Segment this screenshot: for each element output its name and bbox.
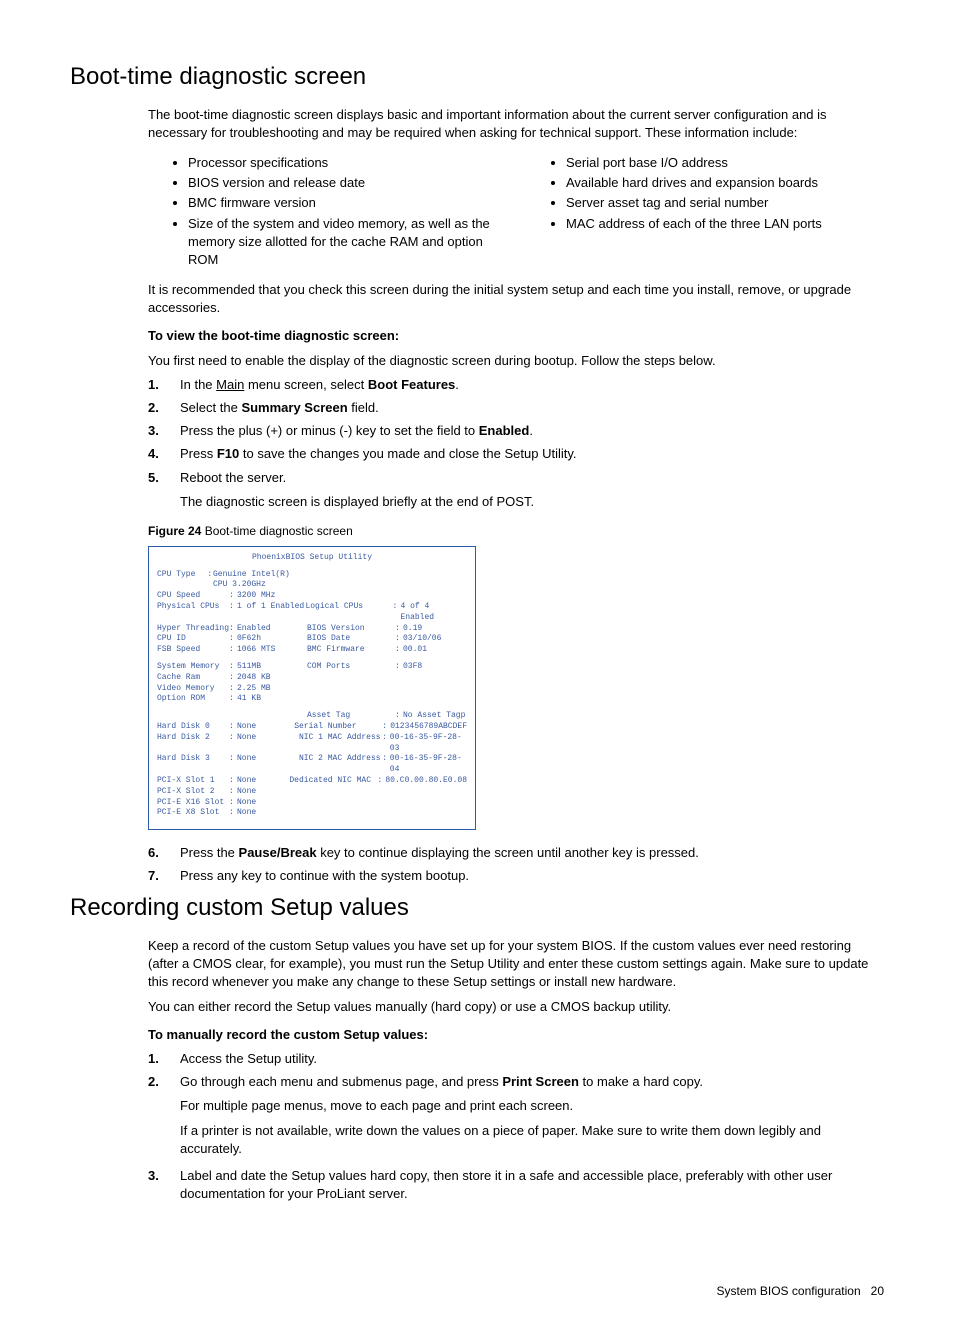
step-number: 3. (148, 422, 180, 440)
bullet: BIOS version and release date (188, 174, 506, 192)
step-text: Select the Summary Screen field. (180, 399, 884, 417)
section-heading: Boot-time diagnostic screen (70, 60, 884, 94)
step-number: 5. (148, 469, 180, 515)
paragraph: It is recommended that you check this sc… (148, 281, 884, 317)
subheading: To view the boot-time diagnostic screen: (148, 327, 884, 345)
figure-caption: Figure 24 Boot-time diagnostic screen (148, 523, 884, 540)
bullets-right: Serial port base I/O address Available h… (526, 154, 884, 233)
bios-title: PhoenixBIOS Setup Utility (157, 553, 467, 564)
step-text: Press any key to continue with the syste… (180, 867, 884, 885)
step-number: 1. (148, 376, 180, 394)
intro-paragraph: The boot-time diagnostic screen displays… (148, 106, 884, 142)
bullet: Processor specifications (188, 154, 506, 172)
bullet: Server asset tag and serial number (566, 194, 884, 212)
step-text: Press F10 to save the changes you made a… (180, 445, 884, 463)
step-text: Press the Pause/Break key to continue di… (180, 844, 884, 862)
bullets-left: Processor specifications BIOS version an… (148, 154, 506, 269)
step-text: Press the plus (+) or minus (-) key to s… (180, 422, 884, 440)
step-text: Access the Setup utility. (180, 1050, 884, 1068)
step-number: 4. (148, 445, 180, 463)
main-link[interactable]: Main (216, 377, 244, 392)
bullet: Serial port base I/O address (566, 154, 884, 172)
page-footer: System BIOS configuration 20 (70, 1283, 884, 1300)
bios-screenshot: PhoenixBIOS Setup Utility CPU Type:Genui… (148, 546, 476, 830)
paragraph: You can either record the Setup values m… (148, 998, 884, 1016)
step-number: 6. (148, 844, 180, 862)
step-number: 7. (148, 867, 180, 885)
bullet: Available hard drives and expansion boar… (566, 174, 884, 192)
step-number: 2. (148, 399, 180, 417)
step-text: In the Main menu screen, select Boot Fea… (180, 376, 884, 394)
step-number: 1. (148, 1050, 180, 1068)
step-text: Label and date the Setup values hard cop… (180, 1167, 884, 1203)
subheading: To manually record the custom Setup valu… (148, 1026, 884, 1044)
section-heading: Recording custom Setup values (70, 891, 884, 925)
step-number: 2. (148, 1073, 180, 1162)
step-text: Reboot the server. The diagnostic screen… (180, 469, 884, 515)
bullet: BMC firmware version (188, 194, 506, 212)
bullet: MAC address of each of the three LAN por… (566, 215, 884, 233)
step-text: Go through each menu and submenus page, … (180, 1073, 884, 1162)
paragraph: Keep a record of the custom Setup values… (148, 937, 884, 992)
bullet: Size of the system and video memory, as … (188, 215, 506, 270)
paragraph: You first need to enable the display of … (148, 352, 884, 370)
step-number: 3. (148, 1167, 180, 1203)
